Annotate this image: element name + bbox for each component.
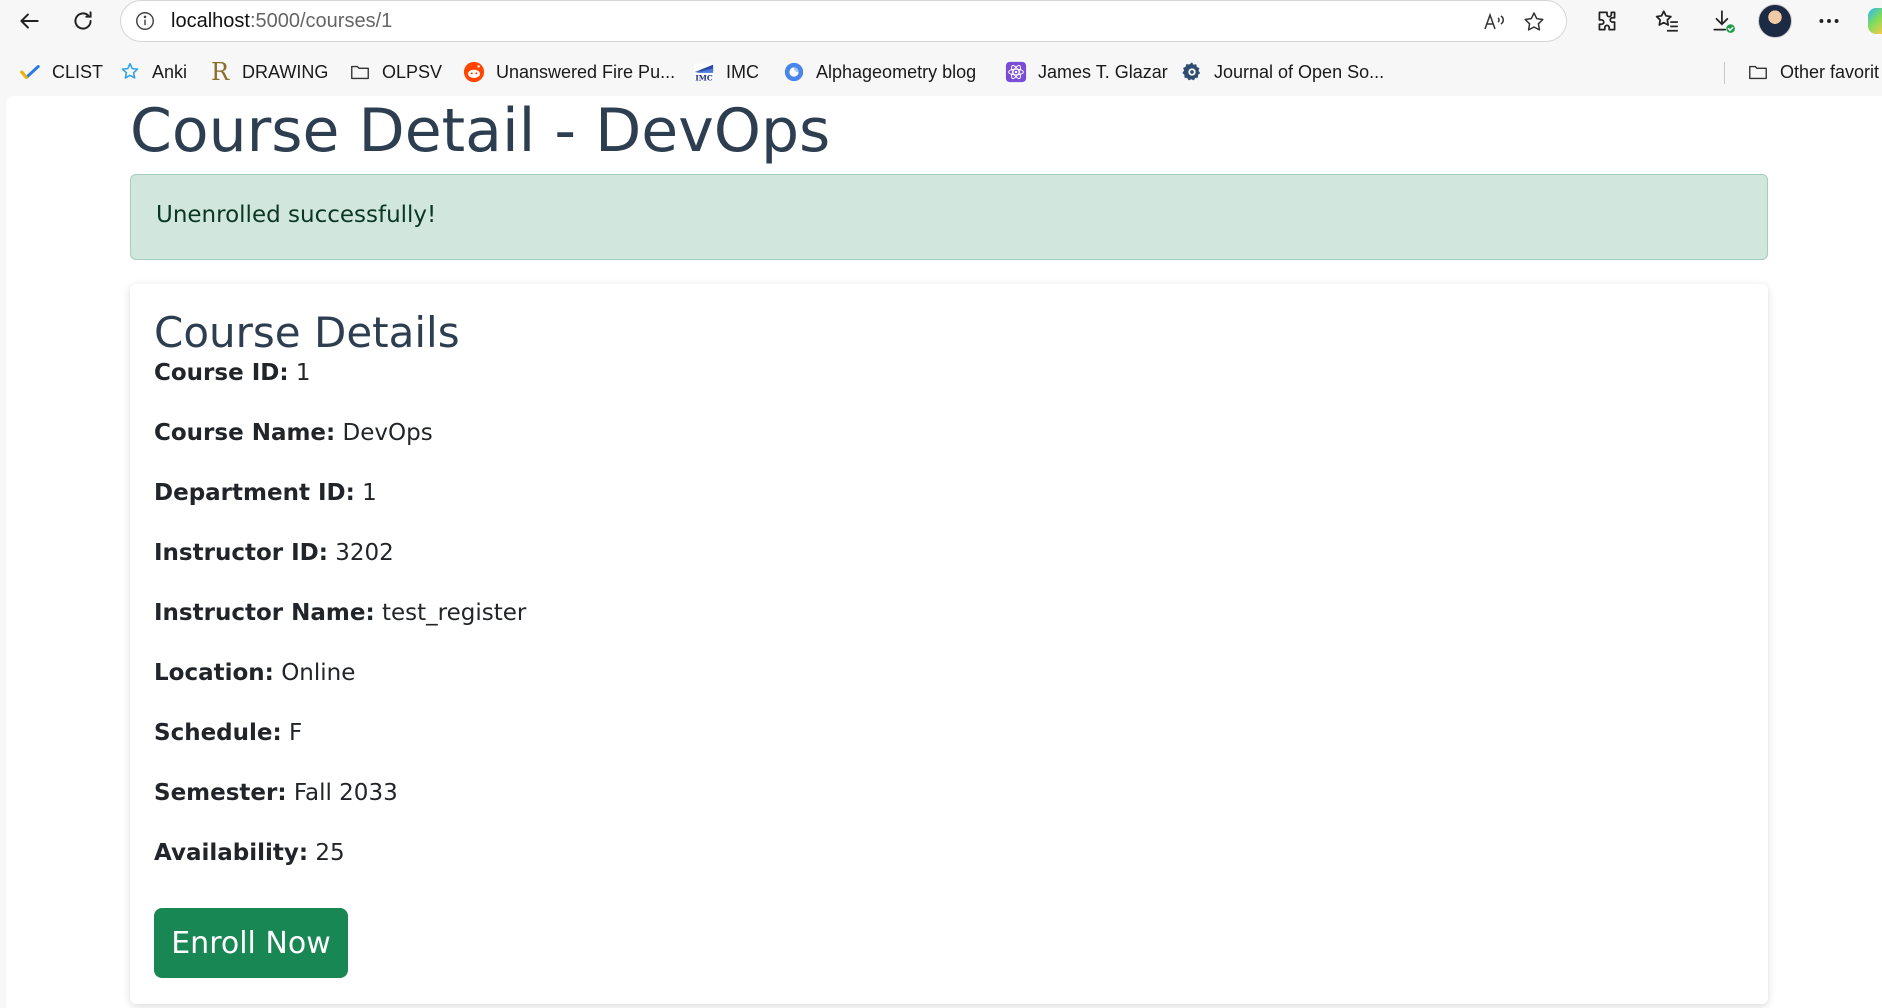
detail-value: 25 bbox=[315, 840, 345, 866]
bookmark-label: IMC bbox=[726, 61, 759, 82]
detail-key: Schedule: bbox=[154, 720, 282, 746]
detail-key: Location: bbox=[154, 660, 274, 686]
bookmark-label: Anki bbox=[152, 61, 188, 82]
extensions-icon[interactable] bbox=[1590, 4, 1624, 38]
r-letter-icon: R bbox=[210, 58, 230, 86]
bookmark-olpsv[interactable]: OLPSV bbox=[348, 58, 442, 86]
bookmark-label: Other favorit bbox=[1780, 61, 1880, 82]
detail-department-id: Department ID: 1 bbox=[154, 480, 377, 506]
bookmarks-divider bbox=[1724, 62, 1725, 84]
detail-value: Fall 2033 bbox=[293, 780, 398, 806]
gear-icon bbox=[1180, 60, 1204, 84]
clist-icon bbox=[18, 60, 42, 84]
url-text[interactable]: localhost:5000/courses/1 bbox=[171, 10, 392, 33]
course-details-card: Course Details Course ID: 1 Course Name:… bbox=[130, 284, 1768, 1004]
detail-key: Course Name: bbox=[154, 420, 336, 446]
bookmark-journal-open-source[interactable]: Journal of Open So... bbox=[1180, 58, 1384, 86]
reload-icon[interactable] bbox=[66, 4, 100, 38]
address-bar[interactable]: localhost:5000/courses/1 bbox=[120, 0, 1567, 42]
detail-schedule: Schedule: F bbox=[154, 720, 302, 746]
bookmark-unanswered-fire[interactable]: Unanswered Fire Pu... bbox=[462, 58, 675, 86]
detail-course-name: Course Name: DevOps bbox=[154, 420, 433, 446]
detail-availability: Availability: 25 bbox=[154, 840, 345, 866]
card-title: Course Details bbox=[154, 308, 460, 357]
copilot-icon[interactable] bbox=[1868, 8, 1882, 34]
enroll-now-button[interactable]: Enroll Now bbox=[154, 908, 348, 978]
detail-key: Department ID: bbox=[154, 480, 355, 506]
bookmark-drawing[interactable]: R DRAWING bbox=[208, 58, 328, 86]
bookmark-clist[interactable]: CLIST bbox=[18, 58, 103, 86]
detail-key: Course ID: bbox=[154, 360, 289, 386]
success-alert: Unenrolled successfully! bbox=[130, 174, 1768, 260]
detail-key: Availability: bbox=[154, 840, 309, 866]
folder-icon bbox=[1746, 60, 1770, 84]
detail-value: DevOps bbox=[342, 420, 433, 446]
detail-key: Instructor Name: bbox=[154, 600, 375, 626]
read-aloud-icon[interactable] bbox=[1479, 7, 1509, 37]
bookmarks-bar: CLIST Anki R DRAWING OLPSV Unanswered Fi… bbox=[0, 52, 1882, 92]
downloads-icon[interactable] bbox=[1706, 4, 1740, 38]
bookmark-other-favorites[interactable]: Other favorit bbox=[1746, 58, 1879, 86]
detail-value: F bbox=[289, 720, 303, 746]
detail-value: 3202 bbox=[335, 540, 394, 566]
favorites-list-icon[interactable] bbox=[1650, 4, 1684, 38]
bookmark-anki[interactable]: Anki bbox=[118, 58, 187, 86]
bookmark-james-glazar[interactable]: James T. Glazar bbox=[1004, 58, 1168, 86]
bookmark-label: Unanswered Fire Pu... bbox=[496, 61, 676, 82]
imc-logo-icon: IMC bbox=[692, 60, 716, 84]
url-path: :5000/courses/1 bbox=[249, 10, 393, 32]
detail-value: 1 bbox=[295, 360, 311, 386]
page-viewport: Course Detail - DevOps Unenrolled succes… bbox=[6, 96, 1882, 1008]
reddit-icon bbox=[462, 60, 486, 84]
bookmark-imc[interactable]: IMC IMC bbox=[692, 58, 759, 86]
detail-semester: Semester: Fall 2033 bbox=[154, 780, 398, 806]
bookmark-label: Journal of Open So... bbox=[1214, 61, 1385, 82]
google-blue-icon bbox=[782, 60, 806, 84]
bookmark-label: OLPSV bbox=[382, 61, 443, 82]
folder-icon bbox=[348, 60, 372, 84]
bookmark-label: CLIST bbox=[52, 61, 104, 82]
bookmark-alphageometry[interactable]: Alphageometry blog bbox=[782, 58, 976, 86]
detail-value: 1 bbox=[362, 480, 377, 506]
anki-star-icon bbox=[118, 60, 142, 84]
profile-avatar[interactable] bbox=[1758, 4, 1792, 38]
page-title: Course Detail - DevOps bbox=[130, 96, 831, 166]
favorite-star-icon[interactable] bbox=[1519, 7, 1549, 37]
site-info-icon[interactable] bbox=[133, 9, 157, 33]
more-options-icon[interactable] bbox=[1812, 4, 1846, 38]
detail-value: Online bbox=[281, 660, 356, 686]
detail-course-id: Course ID: 1 bbox=[154, 360, 311, 386]
detail-instructor-id: Instructor ID: 3202 bbox=[154, 540, 394, 566]
detail-key: Instructor ID: bbox=[154, 540, 328, 566]
alert-message: Unenrolled successfully! bbox=[156, 202, 437, 228]
bookmark-label: Alphageometry blog bbox=[816, 61, 977, 82]
detail-instructor-name: Instructor Name: test_register bbox=[154, 600, 526, 626]
detail-value: test_register bbox=[381, 600, 527, 626]
bookmark-label: DRAWING bbox=[242, 61, 329, 82]
back-arrow-icon[interactable] bbox=[12, 4, 46, 38]
url-host: localhost bbox=[171, 10, 250, 32]
svg-text:IMC: IMC bbox=[695, 73, 713, 82]
browser-toolbar: localhost:5000/courses/1 bbox=[0, 0, 1882, 42]
bookmark-label: James T. Glazar bbox=[1038, 61, 1168, 82]
react-icon bbox=[1004, 60, 1028, 84]
detail-key: Semester: bbox=[154, 780, 287, 806]
detail-location: Location: Online bbox=[154, 660, 355, 686]
